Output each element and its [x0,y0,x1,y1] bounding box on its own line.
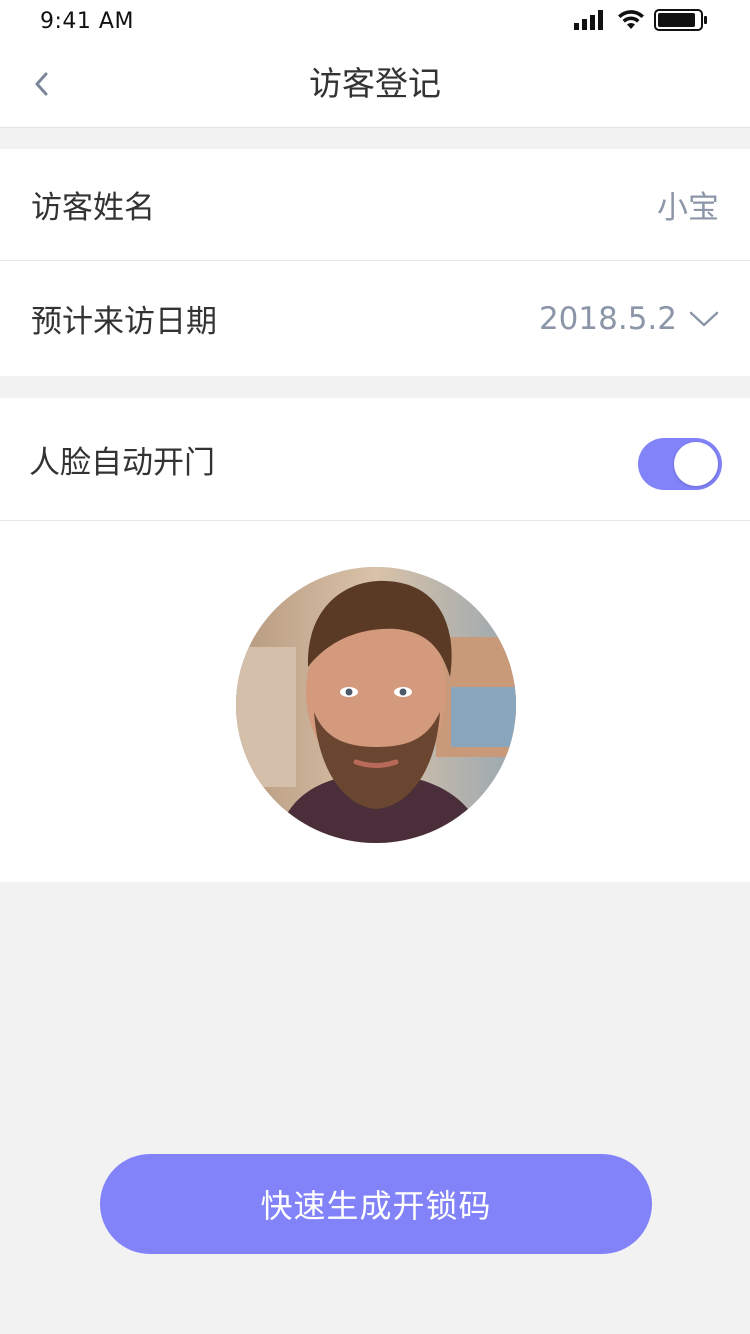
status-bar: 9:41 AM [0,0,750,40]
visit-date-row[interactable]: 预计来访日期 2018.5.2 [0,261,750,376]
visitor-avatar[interactable] [236,567,516,843]
wifi-icon [618,10,644,29]
face-unlock-card: 人脸自动开门 [0,398,750,882]
visitor-name-label: 访客姓名 [31,190,155,226]
face-unlock-row: 人脸自动开门 [0,398,750,520]
status-icons [574,9,708,31]
battery-icon [654,9,707,31]
visit-date-value[interactable]: 2018.5.2 [539,301,677,337]
visit-date-label: 预计来访日期 [31,304,217,340]
visitor-name-row[interactable]: 访客姓名 小宝 [0,149,750,260]
status-time: 9:41 AM [40,9,134,34]
face-unlock-toggle[interactable] [638,438,722,490]
avatar-area [0,521,750,882]
generate-unlock-code-button[interactable]: 快速生成开锁码 [100,1154,652,1254]
face-unlock-label: 人脸自动开门 [29,444,215,481]
visitor-face-photo [236,567,516,843]
visitor-name-value[interactable]: 小宝 [657,182,719,227]
visitor-info-card: 访客姓名 小宝 预计来访日期 2018.5.2 [0,149,750,376]
toggle-knob [674,442,718,486]
nav-bar: 访客登记 [0,40,750,128]
page-title: 访客登记 [309,64,441,103]
signal-icon [574,10,603,30]
chevron-down-icon[interactable] [689,310,719,328]
